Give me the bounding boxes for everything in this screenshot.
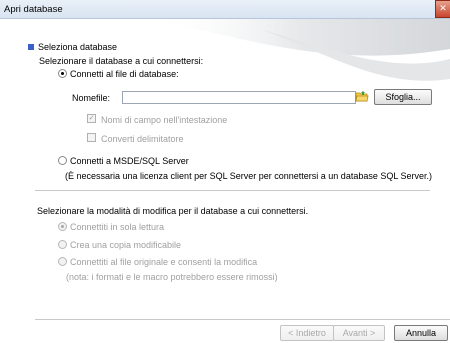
convert-delimiter-label: Converti delimitatore — [101, 134, 184, 144]
filename-label: Nomefile: — [72, 93, 111, 103]
radio-msde[interactable] — [58, 156, 67, 165]
radio-file-database[interactable] — [58, 69, 67, 78]
radio-readonly[interactable] — [58, 222, 67, 231]
next-button[interactable]: Avanti > — [333, 325, 385, 341]
radio-readonly-label[interactable]: Connettiti in sola lettura — [70, 222, 164, 232]
back-button[interactable]: < Indietro — [280, 325, 334, 341]
title-bar: Apri database ✕ — [0, 0, 450, 19]
database-prompt: Selezionare il database a cui connetters… — [39, 56, 204, 66]
section-title: Seleziona database — [28, 42, 117, 52]
radio-file-database-label[interactable]: Connetti al file di database: — [70, 69, 179, 79]
field-names-checkbox[interactable]: ✓ — [87, 114, 96, 123]
convert-delimiter-checkbox[interactable] — [87, 133, 96, 142]
cancel-button[interactable]: Annulla — [394, 325, 448, 341]
mode-prompt: Selezionare la modalità di modifica per … — [37, 206, 309, 216]
dialog-body: Seleziona database Selezionare il databa… — [0, 19, 450, 343]
msde-note: (È necessaria una licenza client per SQL… — [65, 171, 433, 181]
close-button[interactable]: ✕ — [435, 0, 450, 18]
filename-field[interactable] — [122, 91, 356, 104]
section-divider — [35, 190, 430, 191]
section-marker-icon — [28, 43, 34, 50]
footer-divider — [35, 319, 450, 320]
field-names-label: Nomi di campo nell'intestazione — [101, 115, 228, 125]
radio-original[interactable] — [58, 257, 67, 266]
folder-icon[interactable] — [355, 90, 369, 103]
radio-copy[interactable] — [58, 240, 67, 249]
close-icon: ✕ — [439, 3, 447, 13]
window-title: Apri database — [4, 4, 63, 15]
radio-msde-label[interactable]: Connetti a MSDE/SQL Server — [70, 156, 189, 166]
radio-copy-label[interactable]: Crea una copia modificabile — [70, 240, 181, 250]
original-note: (nota: i formati e le macro potrebbero e… — [66, 272, 278, 282]
browse-button[interactable]: Sfoglia... — [374, 89, 432, 105]
radio-original-label[interactable]: Connettiti al file originale e consenti … — [70, 257, 257, 267]
